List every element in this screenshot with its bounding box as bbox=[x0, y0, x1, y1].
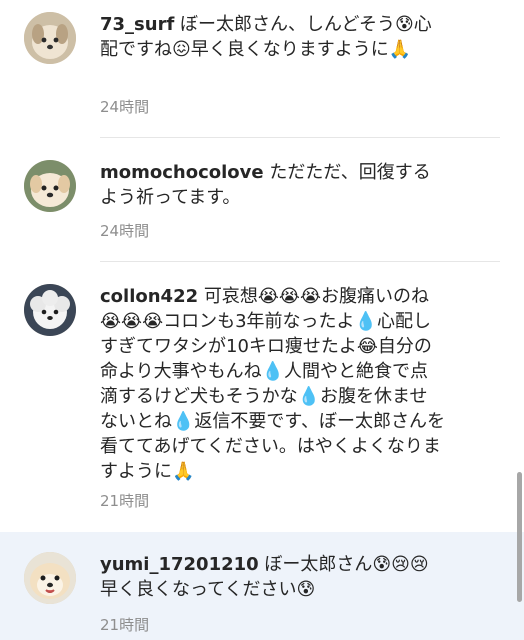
comment-body: yumi_17201210 ぼー太郎さん😰😢😢早く良くなってください😰 bbox=[100, 552, 445, 602]
comment-text: 可哀想😭😭😭お腹痛いのね😭😭😭コロンも3年前なったよ💧心配しすぎてワタシが10キ… bbox=[100, 286, 445, 482]
user-avatar[interactable] bbox=[24, 160, 76, 212]
comment-item: collon422 可哀想😭😭😭お腹痛いのね😭😭😭コロンも3年前なったよ💧心配し… bbox=[0, 262, 524, 532]
comment-item: 73_surf ぼー太郎さん、しんどそう😰心配ですね😖早く良くなりますように🙏 … bbox=[0, 0, 524, 138]
comment-timestamp: 24時間 bbox=[100, 222, 150, 240]
user-avatar[interactable] bbox=[24, 552, 76, 604]
comment-item: yumi_17201210 ぼー太郎さん😰😢😢早く良くなってください😰 21時間 bbox=[0, 532, 524, 640]
comment-item: momochocolove ただただ、回復するよう祈ってます。 24時間 bbox=[0, 138, 524, 262]
user-avatar[interactable] bbox=[24, 12, 76, 64]
comment-username[interactable]: yumi_17201210 bbox=[100, 554, 259, 575]
comment-timestamp: 21時間 bbox=[100, 492, 150, 510]
comment-username[interactable]: 73_surf bbox=[100, 14, 174, 35]
comment-body: momochocolove ただただ、回復するよう祈ってます。 bbox=[100, 160, 445, 210]
scrollbar-thumb[interactable] bbox=[517, 472, 522, 602]
comment-timestamp: 24時間 bbox=[100, 98, 150, 116]
comment-username[interactable]: momochocolove bbox=[100, 162, 264, 183]
user-avatar[interactable] bbox=[24, 284, 76, 336]
comment-username[interactable]: collon422 bbox=[100, 286, 198, 307]
comment-timestamp: 21時間 bbox=[100, 616, 150, 634]
comment-body: 73_surf ぼー太郎さん、しんどそう😰心配ですね😖早く良くなりますように🙏 bbox=[100, 12, 445, 62]
comment-body: collon422 可哀想😭😭😭お腹痛いのね😭😭😭コロンも3年前なったよ💧心配し… bbox=[100, 284, 445, 484]
